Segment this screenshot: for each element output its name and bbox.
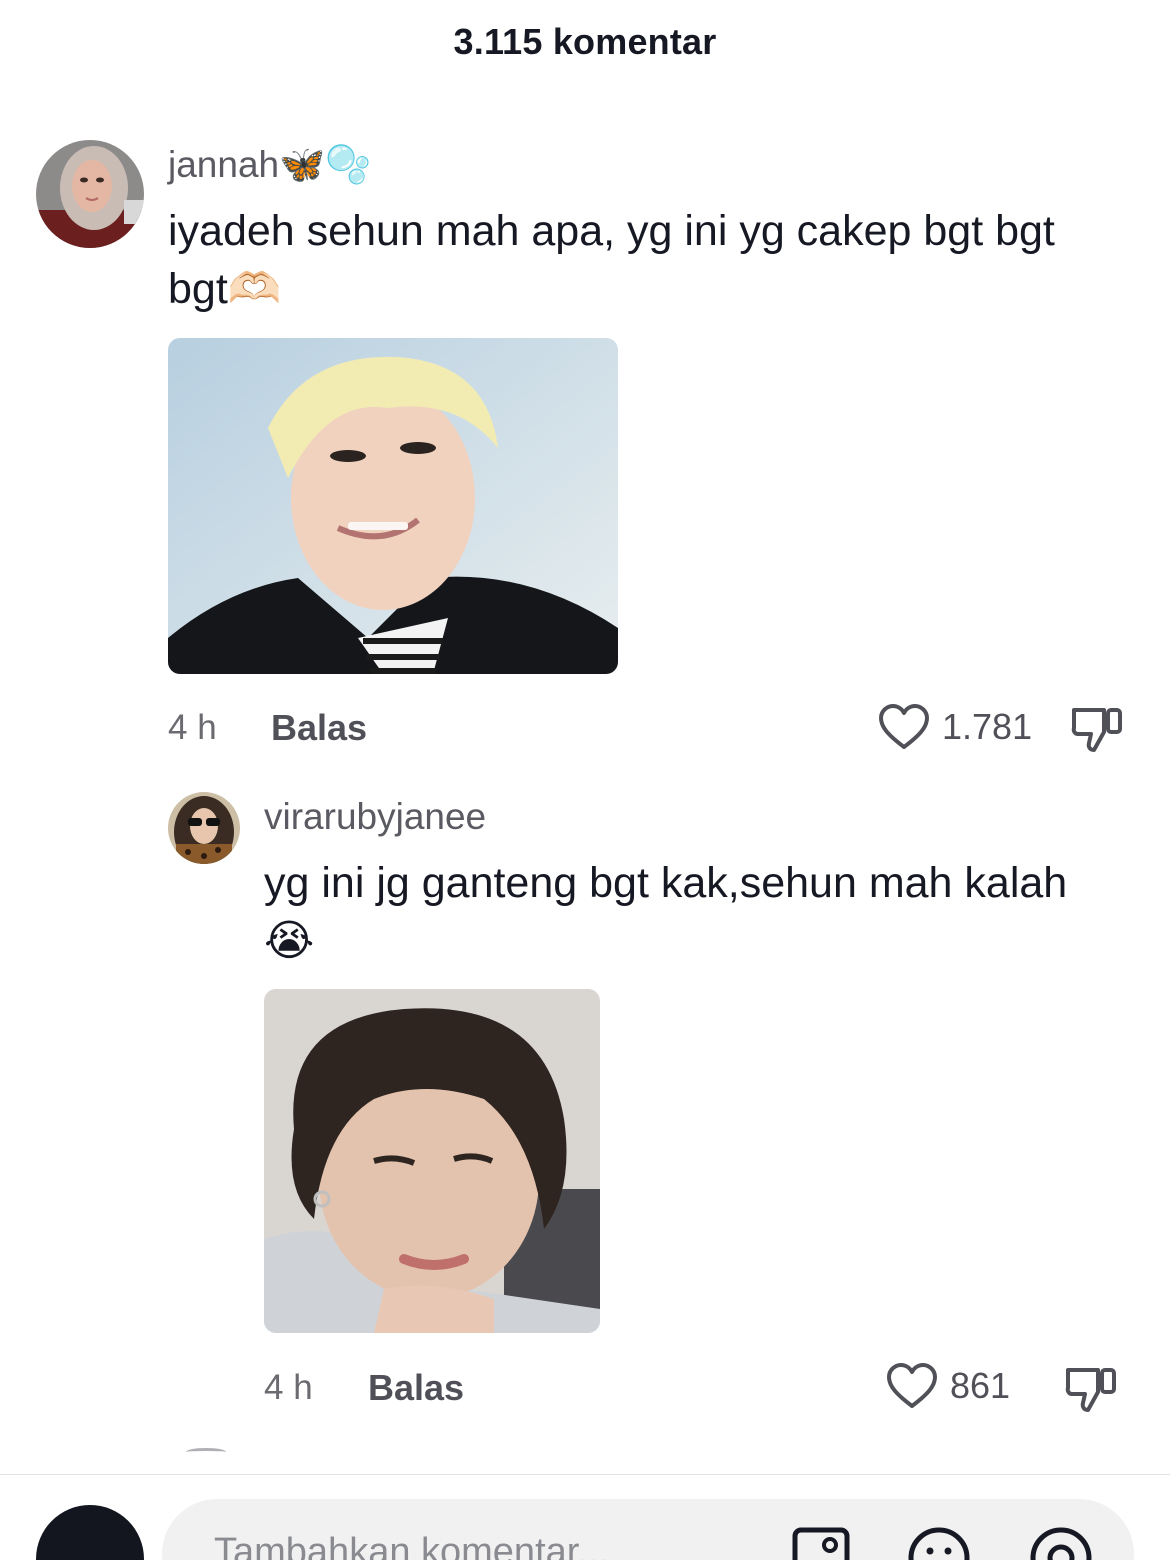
reply-button[interactable]: Balas (271, 707, 367, 749)
emoji-button[interactable] (906, 1525, 972, 1560)
like-count: 861 (950, 1365, 1011, 1406)
comment-username[interactable]: virarubyjanee (264, 796, 486, 838)
comment-input[interactable]: Tambahkan komentar... (162, 1499, 1134, 1560)
next-comment-avatar-peek (186, 1448, 226, 1456)
like-button[interactable]: 1.781 (878, 703, 1032, 751)
dislike-button[interactable] (1064, 1362, 1118, 1419)
reply-button[interactable]: Balas (368, 1367, 464, 1409)
comment-time: 4 h (264, 1368, 313, 1407)
attached-photo-icon (168, 338, 618, 674)
comment-attached-image[interactable] (168, 338, 618, 674)
comment-attached-image[interactable] (264, 989, 600, 1333)
comment-username[interactable]: jannah🦋🫧 (168, 144, 371, 187)
heart-icon (879, 704, 929, 749)
dislike-button[interactable] (1070, 702, 1124, 759)
at-sign-icon (1030, 1527, 1092, 1560)
comment-input-placeholder: Tambahkan komentar... (214, 1531, 609, 1560)
heart-icon (887, 1363, 937, 1408)
image-button[interactable] (790, 1525, 852, 1560)
comment-count-title: 3.115 komentar (453, 21, 717, 62)
attached-photo-icon (264, 989, 600, 1333)
image-icon (792, 1527, 850, 1560)
comment-text: yg ini jg ganteng bgt kak,sehun mah kala… (264, 859, 1068, 965)
comment-composer: Tambahkan komentar... (0, 1474, 1170, 1560)
comment-time: 4 h (168, 708, 217, 747)
smiley-icon (908, 1527, 970, 1560)
thumbs-down-icon (1071, 708, 1122, 752)
avatar[interactable] (168, 792, 240, 864)
user-avatar-photo-icon (168, 792, 240, 864)
like-count: 1.781 (942, 706, 1033, 747)
like-button[interactable]: 861 (886, 1362, 1010, 1410)
comments-header: 3.115 komentar (0, 0, 1170, 84)
user-avatar-photo-icon (36, 140, 144, 248)
comment-text: iyadeh sehun mah apa, yg ini yg cakep bg… (168, 207, 1055, 313)
mention-button[interactable] (1028, 1525, 1094, 1560)
current-user-avatar (36, 1505, 144, 1560)
thumbs-down-icon (1065, 1368, 1116, 1412)
avatar[interactable] (36, 140, 144, 248)
